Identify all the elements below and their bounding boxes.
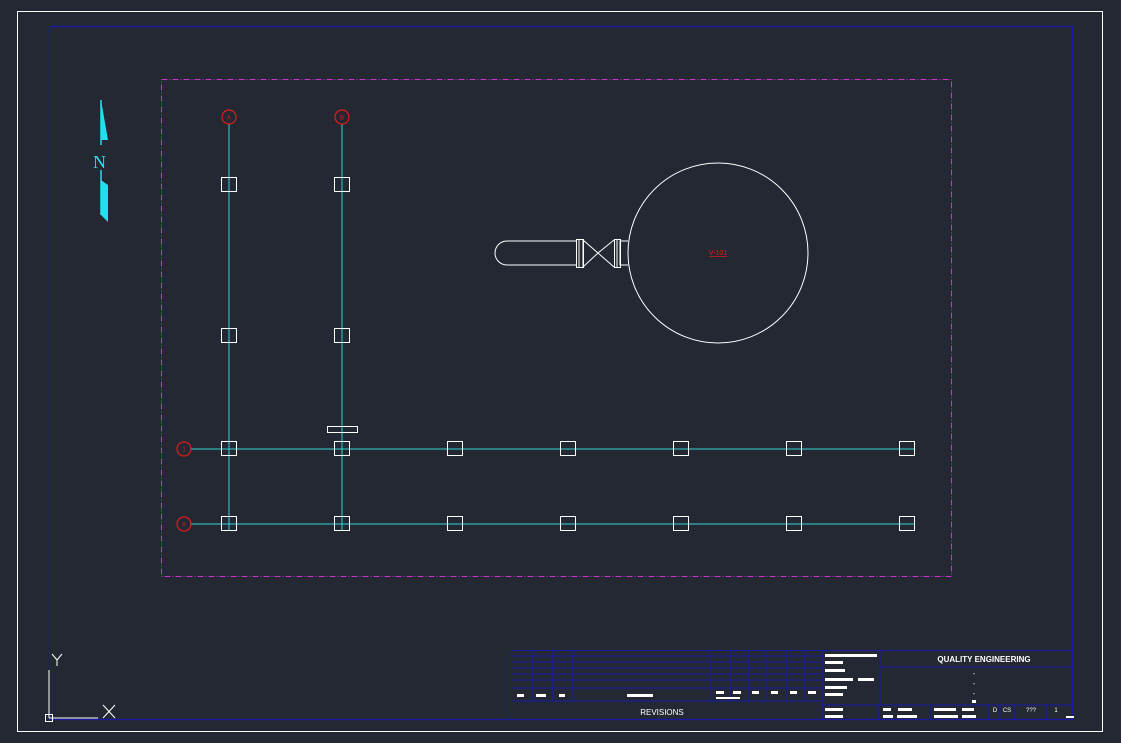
cad-drawing-canvas[interactable]: N A B 1 A V-101 QUALITY ENGINEERING REVI… [0, 0, 1121, 743]
cs-cell: CS [1003, 708, 1011, 714]
drawing-frame [48, 25, 1074, 721]
drawing-number-cell: ??? [1026, 708, 1037, 714]
grid-bubble[interactable]: B [334, 109, 350, 125]
grid-bubble[interactable]: 1 [176, 441, 192, 457]
grid-bubble-label: B [340, 116, 344, 122]
north-arrow-label: N [93, 152, 106, 172]
structural-grid [190, 124, 914, 530]
grid-bubble[interactable]: A [221, 109, 237, 125]
grid-bubble-label: 1 [182, 448, 186, 454]
size-cell: D [993, 708, 998, 714]
vessel-v101[interactable] [494, 162, 809, 344]
title-dash: - [973, 691, 976, 698]
company-name: QUALITY ENGINEERING [937, 655, 1030, 664]
grid-bubble[interactable]: A [176, 516, 192, 532]
title-dash: - [973, 681, 976, 688]
title-dash: - [973, 671, 976, 678]
revisions-label: REVISIONS [640, 708, 684, 717]
grid-bubble-label: A [182, 523, 186, 529]
vessel-tag: V-101 [709, 250, 727, 257]
ucs-icon [45, 653, 116, 722]
sheet-border [17, 11, 1103, 732]
sheet-cell: 1 [1054, 708, 1058, 714]
north-arrow-icon: N [93, 100, 108, 222]
viewport-boundary[interactable] [161, 79, 952, 577]
grid-bubble-label: A [227, 116, 231, 122]
columns [221, 177, 915, 531]
